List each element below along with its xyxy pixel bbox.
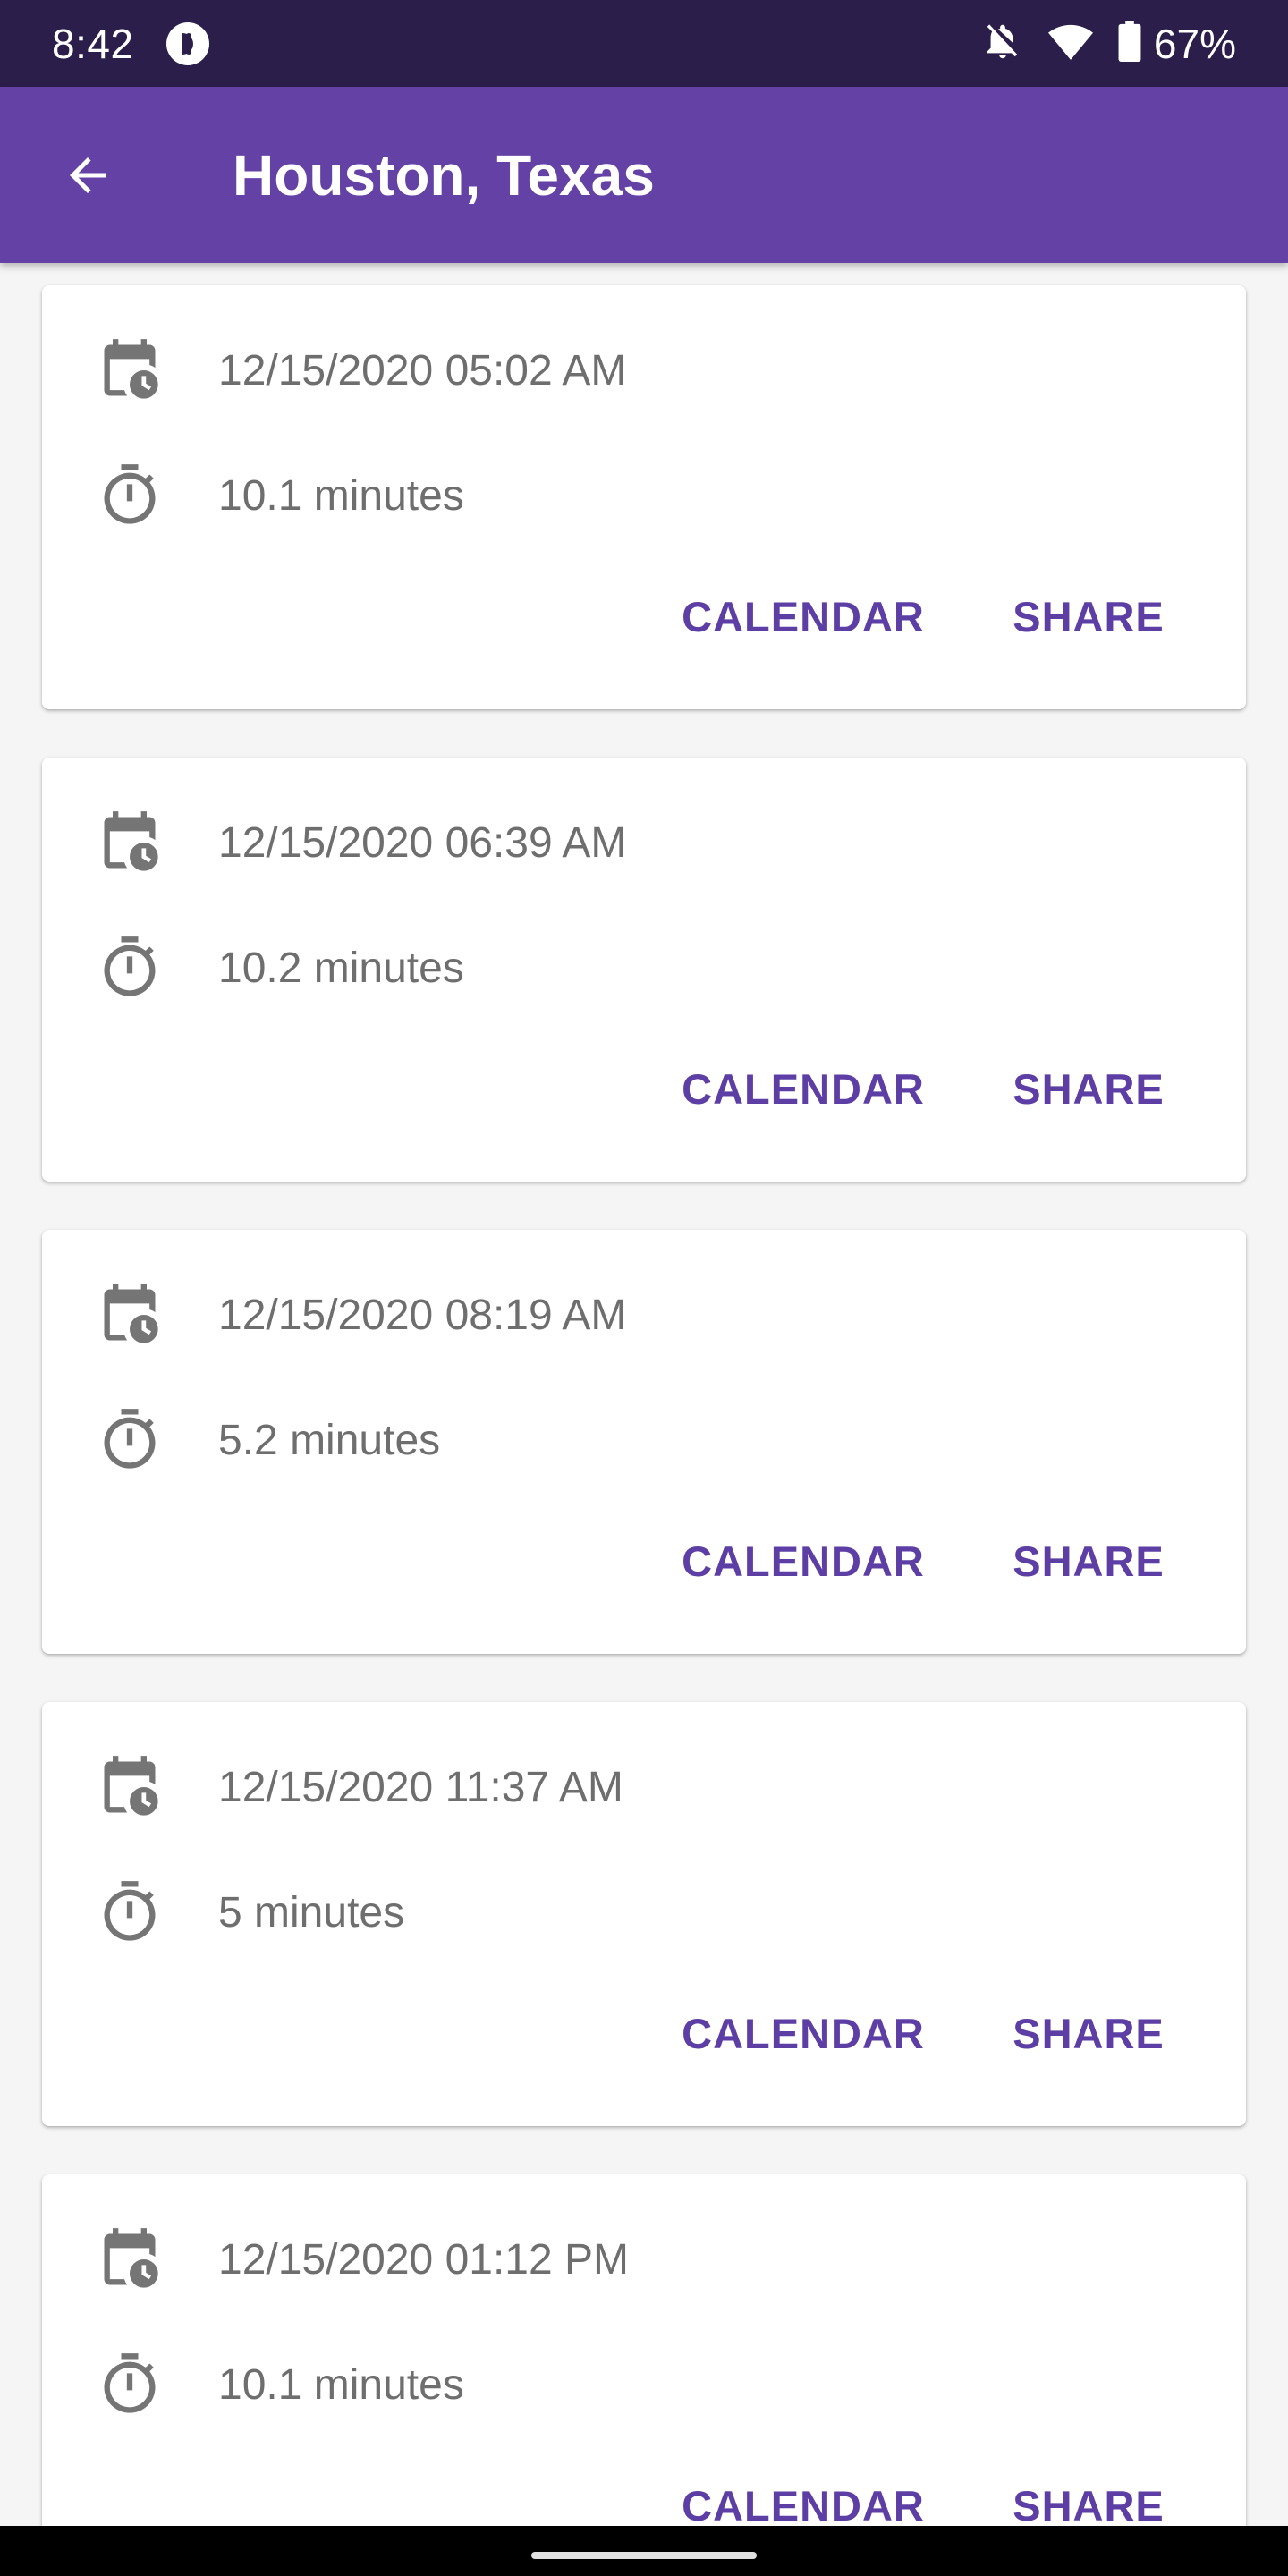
timer-icon <box>96 1878 164 1946</box>
notifications-off-icon <box>957 21 1023 66</box>
date-row: 12/15/2020 11:37 AM <box>42 1747 1246 1827</box>
calendar-clock-icon <box>96 1281 164 1349</box>
duration-row: 10.2 minutes <box>42 928 1246 1008</box>
calendar-button[interactable]: CALENDAR <box>674 1988 933 2078</box>
wifi-icon <box>1023 21 1093 66</box>
entry-date: 12/15/2020 08:19 AM <box>218 1291 627 1339</box>
entry-card: 12/15/2020 05:02 AM 10.1 minutes CALENDA… <box>42 285 1246 709</box>
entry-card: 12/15/2020 08:19 AM 5.2 minutes CALENDAR… <box>42 1230 1246 1654</box>
calendar-button[interactable]: CALENDAR <box>674 1044 933 1133</box>
entry-date: 12/15/2020 05:02 AM <box>218 346 627 394</box>
arrow-left-icon <box>70 157 106 193</box>
status-time: 8:42 <box>52 20 134 67</box>
app-notification-icon <box>165 21 211 67</box>
entry-duration: 10.1 minutes <box>218 2360 464 2409</box>
share-button[interactable]: SHARE <box>1008 1988 1169 2078</box>
calendar-clock-icon <box>96 809 164 877</box>
battery-percent: 67% <box>1153 20 1236 67</box>
entry-duration: 5.2 minutes <box>218 1416 441 1464</box>
duration-row: 5 minutes <box>42 1872 1246 1953</box>
screen: 8:42 67% Houston, Texas 12/15/2020 05:02… <box>0 0 1288 2576</box>
status-bar: 8:42 67% <box>0 0 1288 87</box>
date-row: 12/15/2020 05:02 AM <box>42 330 1246 411</box>
page-title: Houston, Texas <box>233 142 655 208</box>
calendar-clock-icon <box>96 2225 164 2293</box>
entry-duration: 10.2 minutes <box>218 944 464 992</box>
back-button[interactable] <box>52 140 123 211</box>
card-actions: CALENDAR SHARE <box>42 1044 1246 1133</box>
entry-list[interactable]: 12/15/2020 05:02 AM 10.1 minutes CALENDA… <box>0 263 1288 2526</box>
calendar-clock-icon <box>96 336 164 404</box>
date-row: 12/15/2020 01:12 PM <box>42 2219 1246 2300</box>
status-right: 67% <box>957 20 1236 68</box>
duration-row: 10.1 minutes <box>42 455 1246 536</box>
calendar-clock-icon <box>96 1753 164 1821</box>
card-actions: CALENDAR SHARE <box>42 1988 1246 2078</box>
date-row: 12/15/2020 06:39 AM <box>42 802 1246 883</box>
status-left: 8:42 <box>52 20 211 68</box>
navigation-bar <box>0 2526 1288 2576</box>
share-button[interactable]: SHARE <box>1008 1044 1169 1133</box>
calendar-button[interactable]: CALENDAR <box>674 572 933 661</box>
timer-icon <box>96 2351 164 2419</box>
date-row: 12/15/2020 08:19 AM <box>42 1275 1246 1355</box>
card-actions: CALENDAR SHARE <box>42 1516 1246 1606</box>
calendar-button[interactable]: CALENDAR <box>674 2461 933 2527</box>
battery-icon <box>1093 21 1141 66</box>
card-actions: CALENDAR SHARE <box>42 572 1246 661</box>
duration-row: 10.1 minutes <box>42 2344 1246 2425</box>
card-actions: CALENDAR SHARE <box>42 2461 1246 2527</box>
timer-icon <box>96 1406 164 1474</box>
app-bar: Houston, Texas <box>0 87 1288 263</box>
timer-icon <box>96 462 164 530</box>
entry-date: 12/15/2020 06:39 AM <box>218 818 627 867</box>
entry-duration: 10.1 minutes <box>218 471 464 520</box>
entry-card: 12/15/2020 06:39 AM 10.2 minutes CALENDA… <box>42 758 1246 1182</box>
entry-date: 12/15/2020 11:37 AM <box>218 1763 623 1811</box>
share-button[interactable]: SHARE <box>1008 572 1169 661</box>
calendar-button[interactable]: CALENDAR <box>674 1516 933 1606</box>
entry-date: 12/15/2020 01:12 PM <box>218 2235 630 2284</box>
entry-card: 12/15/2020 11:37 AM 5 minutes CALENDAR S… <box>42 1702 1246 2126</box>
home-gesture-handle[interactable] <box>531 2552 757 2559</box>
entry-duration: 5 minutes <box>218 1888 405 1936</box>
share-button[interactable]: SHARE <box>1008 2461 1169 2527</box>
duration-row: 5.2 minutes <box>42 1400 1246 1480</box>
entry-card: 12/15/2020 01:12 PM 10.1 minutes CALENDA… <box>42 2174 1246 2526</box>
timer-icon <box>96 934 164 1002</box>
share-button[interactable]: SHARE <box>1008 1516 1169 1606</box>
